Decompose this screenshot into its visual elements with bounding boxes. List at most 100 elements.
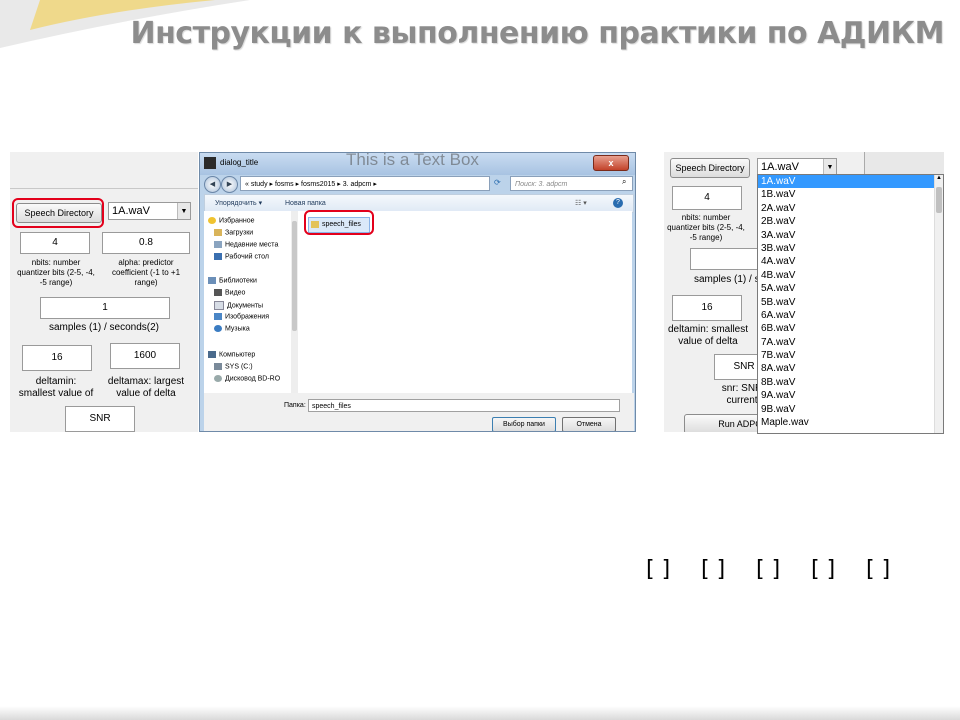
nav-images-label: Изображения (225, 313, 269, 321)
file-list-item[interactable]: 4A.waV (758, 255, 935, 268)
file-list-item[interactable]: 4B.waV (758, 269, 935, 282)
nav-sys-label: SYS (C:) (225, 363, 253, 371)
file-select-2-value: 1A.waV (761, 161, 799, 173)
alpha-label: alpha: predictor coefficient (-1 to +1 r… (111, 258, 181, 287)
nav-libraries[interactable]: Библиотеки (208, 277, 257, 284)
nav-recent[interactable]: Недавние места (214, 241, 278, 248)
file-list-item[interactable]: 8B.waV (758, 376, 935, 389)
nav-documents-label: Документы (227, 302, 264, 310)
speech-directory-highlight (12, 198, 104, 228)
chevron-up-icon[interactable]: ▲ (935, 175, 943, 181)
document-icon (214, 301, 224, 310)
nav-scrollbar[interactable] (291, 211, 298, 393)
nav-images[interactable]: Изображения (214, 313, 269, 320)
file-list-item[interactable]: 9B.waV (758, 403, 935, 416)
nav-documents[interactable]: Документы (214, 301, 263, 310)
file-list-item[interactable]: 6B.waV (758, 322, 935, 335)
left-gui-panel: Speech Directory 1A.waV ▼ 4 0.8 nbits: n… (10, 152, 198, 432)
recent-icon (214, 241, 222, 248)
nbits-field-2[interactable]: 4 (672, 186, 742, 210)
desktop-icon (214, 253, 222, 260)
organize-menu[interactable]: Упорядочить ▾ (215, 195, 262, 212)
alpha-field[interactable]: 0.8 (102, 232, 190, 254)
folder-content: speech_files (298, 211, 632, 393)
file-list-item[interactable]: 3B.waV (758, 242, 935, 255)
background-text: This is a Text Box (346, 152, 479, 169)
deltamin-field-2[interactable]: 16 (672, 295, 742, 321)
deltamax-field[interactable]: 1600 (110, 343, 180, 369)
file-select[interactable]: 1A.waV ▼ (108, 202, 191, 220)
deltamin-label: deltamin: smallest value of delta (18, 376, 94, 399)
matlab-icon (204, 157, 216, 169)
nbits-label: nbits: number quantizer bits (2-5, -4, -… (17, 258, 95, 287)
nav-bd-drive[interactable]: Дисковод BD-RO (214, 375, 280, 382)
disc-icon (214, 375, 222, 382)
file-list-item[interactable]: 7A.waV (758, 336, 935, 349)
nav-desktop-label: Рабочий стол (225, 253, 269, 261)
folder-field[interactable]: speech_files (308, 399, 620, 412)
file-list-item[interactable]: 5A.waV (758, 282, 935, 295)
cancel-button[interactable]: Отмена (562, 417, 616, 431)
nav-downloads[interactable]: Загрузки (214, 229, 253, 236)
back-icon[interactable]: ◀ (204, 176, 221, 193)
music-icon (214, 325, 222, 332)
nav-favorites[interactable]: Избранное (208, 217, 254, 224)
speech-directory-button-2[interactable]: Speech Directory (670, 158, 750, 178)
nbits-label-2: nbits: number quantizer bits (2-5, -4, -… (667, 213, 745, 242)
view-icon[interactable]: ☷ ▾ (575, 195, 587, 212)
search-input[interactable]: Поиск: 3. adpcm (510, 176, 633, 191)
file-list-item[interactable]: Maple.wav (758, 416, 935, 429)
deltamin-label-2: deltamin: smallest value of delta (667, 324, 749, 347)
deltamax-label: deltamax: largest value of delta (107, 376, 185, 399)
dialog-titlebar: dialog_title This is a Text Box x (200, 153, 635, 175)
nav-recent-label: Недавние места (225, 241, 279, 249)
nav-drive-label: Дисковод BD-RO (225, 375, 281, 383)
nav-video-label: Видео (225, 289, 246, 297)
file-list-item[interactable]: 2B.waV (758, 215, 935, 228)
nav-desktop[interactable]: Рабочий стол (214, 253, 269, 260)
snr-field[interactable]: SNR (65, 406, 135, 432)
file-list-item[interactable]: 5B.waV (758, 296, 935, 309)
bracket-3: [ ] (756, 557, 781, 582)
star-icon (208, 217, 216, 224)
slide-title: Инструкции к выполнению практики по АДИК… (130, 16, 944, 51)
bracket-1: [ ] (646, 557, 671, 582)
deltamin-field[interactable]: 16 (22, 345, 92, 371)
file-list-item[interactable]: 1B.waV (758, 188, 935, 201)
chevron-down-icon[interactable]: ▼ (177, 203, 190, 219)
select-folder-button[interactable]: Выбор папки (492, 417, 556, 431)
search-icon: ⌕ (622, 177, 627, 186)
nav-computer[interactable]: Компьютер (208, 351, 255, 358)
help-icon[interactable]: ? (613, 198, 623, 208)
file-list-item[interactable]: 1A.waV (758, 175, 935, 189)
nav-computer-label: Компьютер (219, 351, 256, 359)
footer-gradient (0, 706, 960, 720)
drive-icon (214, 363, 222, 370)
computer-icon (208, 351, 216, 358)
file-list-items: 1A.waV 1B.waV 2A.waV 2B.waV 3A.waV 3B.waV 4A.w… (758, 175, 935, 429)
dialog-bottom: Папка: speech_files Выбор папки Отмена (204, 393, 634, 431)
samples-field[interactable]: 1 (40, 297, 170, 319)
file-list-item[interactable]: 6A.waV (758, 309, 935, 322)
nav-video[interactable]: Видео (214, 289, 245, 296)
nav-sys-drive[interactable]: SYS (C:) (214, 363, 253, 370)
list-scroll-thumb[interactable] (936, 187, 942, 213)
navigation-pane: Избранное Загрузки Недавние места Рабочи… (204, 211, 299, 393)
nbits-field[interactable]: 4 (20, 232, 90, 254)
file-list-item[interactable]: 8A.waV (758, 362, 935, 375)
nav-downloads-label: Загрузки (225, 229, 254, 237)
list-scrollbar[interactable]: ▲ (934, 175, 943, 433)
forward-icon[interactable]: ▶ (221, 176, 238, 193)
bracket-5: [ ] (866, 557, 891, 582)
nav-music[interactable]: Музыка (214, 325, 250, 332)
chevron-down-icon[interactable]: ▼ (823, 159, 836, 175)
file-list-item[interactable]: 2A.waV (758, 202, 935, 215)
breadcrumb[interactable]: « study ▸ fosms ▸ fosms2015 ▸ 3. adpcm ▸ (240, 176, 490, 191)
refresh-icon[interactable]: ⟳ (494, 178, 501, 187)
close-button[interactable]: x (593, 155, 629, 171)
folder-dialog: dialog_title This is a Text Box x ◀ ▶ « … (199, 152, 636, 432)
file-list-item[interactable]: 9A.waV (758, 389, 935, 402)
file-list-item[interactable]: 7B.waV (758, 349, 935, 362)
speech-files-highlight (304, 210, 374, 235)
file-list-item[interactable]: 3A.waV (758, 229, 935, 242)
